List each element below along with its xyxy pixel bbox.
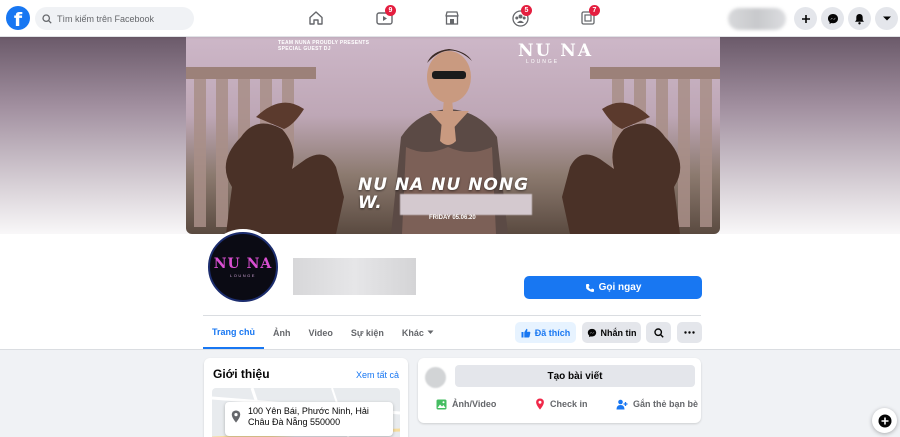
nav-watch[interactable]: 9 [372,5,396,29]
avatar-logo: NU NA LOUNGE [208,232,278,302]
page-search-button[interactable] [646,322,671,343]
intro-title: Giới thiệu [213,367,270,381]
composer-avatar [425,367,446,388]
tag-friends-label: Gắn thẻ bạn bè [633,399,699,409]
tab-video[interactable]: Video [300,316,342,349]
location-pin-icon [231,410,241,423]
account-menu-button[interactable] [875,7,898,30]
tag-people-icon [616,399,628,409]
tag-friends-action[interactable]: Gắn thẻ bạn bè [616,396,698,412]
facebook-logo[interactable]: f [6,6,30,30]
search-box[interactable] [35,7,194,30]
profile-shortcut[interactable] [728,8,786,30]
more-icon [684,331,695,334]
address-line2: Châu Đà Nẵng 550000 [248,417,341,427]
address-line1: 100 Yên Bái, Phước Ninh, Hải [248,406,369,416]
tab-more[interactable]: Khác [393,316,443,349]
new-message-button[interactable] [872,408,897,433]
photo-icon [436,399,447,409]
create-post-button[interactable]: Tạo bài viết [455,365,695,387]
cover-event-date: FRIDAY 05.06.20 [429,215,476,221]
messenger-icon [587,328,596,337]
message-button[interactable]: Nhắn tin [582,322,641,343]
chevron-down-icon [427,330,434,334]
gaming-badge: 7 [589,5,600,16]
intro-card: Giới thiệu Xem tất cả 100 Yên Bái, Phước… [204,358,408,437]
cover-redacted-name [400,194,532,215]
nav-home[interactable] [304,7,328,29]
top-navigation-bar: f 9 5 7 [0,0,900,37]
more-options-button[interactable] [677,322,702,343]
notifications-button[interactable] [848,7,871,30]
plus-icon [801,14,810,23]
nav-gaming[interactable]: 7 [576,5,600,29]
thumbs-up-icon [521,328,531,337]
avatar-sub: LOUNGE [230,273,256,278]
check-in-label: Check in [550,399,588,409]
tab-events-label: Sự kiện [350,327,384,338]
cover-presenter-line2: SPECIAL GUEST DJ [278,46,331,52]
tab-home[interactable]: Trang chủ [203,316,265,349]
tab-more-label: Khác [401,327,424,338]
post-composer-card: Tạo bài viết Ảnh/Video Check in Gắn thẻ … [418,358,701,423]
messenger-button[interactable] [821,7,844,30]
cover-brand-sub: LOUNGE [526,59,560,65]
check-in-action[interactable]: Check in [535,396,588,412]
home-icon [309,11,323,25]
page-avatar[interactable]: NU NA LOUNGE [205,229,281,305]
nav-marketplace[interactable] [440,7,464,29]
cover-photo[interactable]: TEAM NUNA PROUDLY PRESENTS SPECIAL GUEST… [186,37,720,234]
photo-video-label: Ảnh/Video [452,399,497,409]
avatar-brand: NU NA [213,256,273,272]
messenger-icon [827,13,838,24]
page-name-redacted [293,258,416,295]
call-now-label: Gọi ngay [598,282,642,293]
tab-photos[interactable]: Ảnh [264,316,300,349]
tab-video-label: Video [308,327,333,338]
marketplace-icon [445,11,459,25]
plus-circle-icon [878,414,891,427]
address-card: 100 Yên Bái, Phước Ninh, Hải Châu Đà Nẵn… [225,402,393,436]
search-icon [653,327,664,338]
cover-event-prefix: W. [358,193,382,213]
watch-badge: 9 [385,5,396,16]
cover-event-title: NU NA NU NONG [358,175,530,195]
liked-label: Đã thích [534,327,571,338]
page-tabs: Trang chủ Ảnh Video Sự kiện Khác [203,316,443,349]
nav-groups[interactable]: 5 [508,5,532,29]
caret-down-icon [882,16,891,21]
message-label: Nhắn tin [600,327,637,338]
tab-photos-label: Ảnh [273,327,291,338]
cover-brand: NU NA [518,41,594,61]
liked-button[interactable]: Đã thích [515,322,576,343]
location-map[interactable]: 100 Yên Bái, Phước Ninh, Hải Châu Đà Nẵn… [212,388,400,437]
location-pin-icon [536,398,544,410]
header-panel [0,234,900,350]
tab-home-label: Trang chủ [212,326,256,337]
groups-badge: 5 [521,5,532,16]
address-text: 100 Yên Bái, Phước Ninh, Hải Châu Đà Nẵn… [248,406,369,428]
create-button[interactable] [794,7,817,30]
call-now-button[interactable]: Gọi ngay [524,276,702,299]
phone-icon [585,283,594,292]
search-icon [42,13,52,24]
bell-icon [855,13,864,24]
photo-video-action[interactable]: Ảnh/Video [436,396,496,412]
search-input[interactable] [57,13,187,24]
tab-events[interactable]: Sự kiện [342,316,393,349]
see-all-link[interactable]: Xem tất cả [356,370,399,380]
